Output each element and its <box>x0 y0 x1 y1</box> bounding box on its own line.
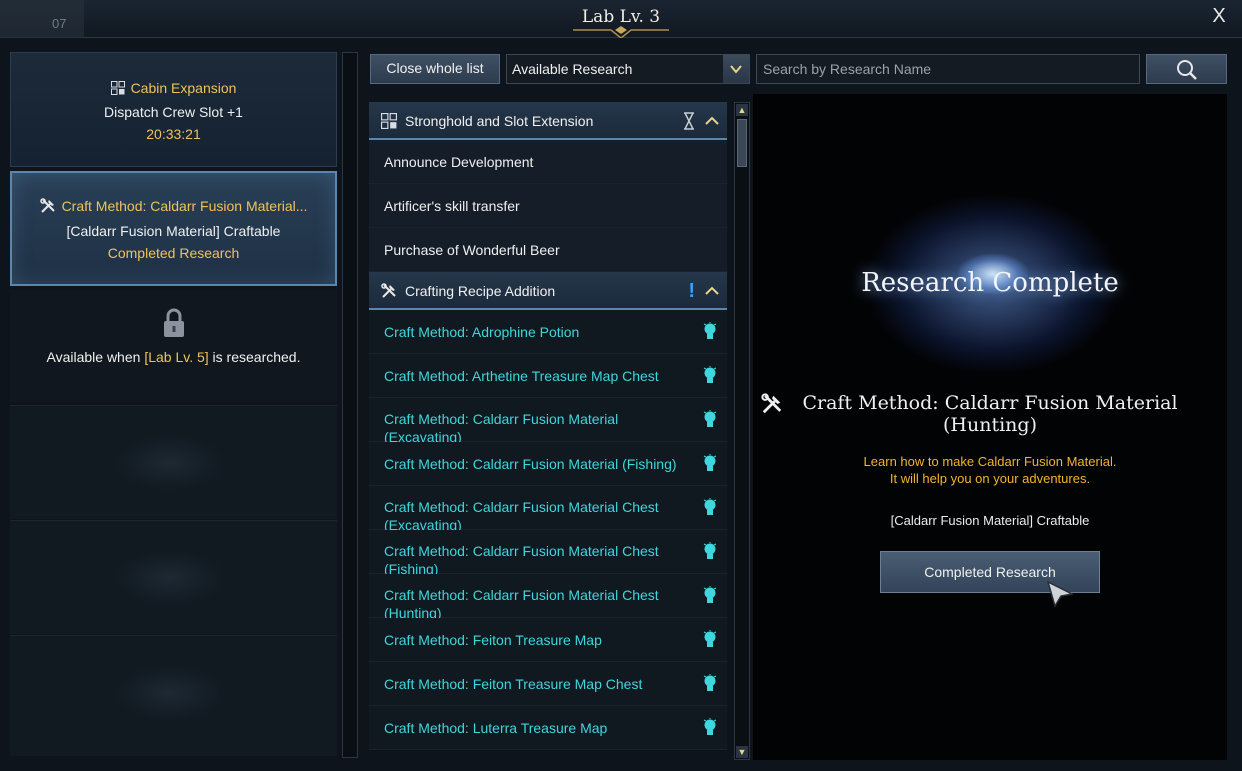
lightbulb-icon <box>703 322 717 339</box>
chevron-up-icon[interactable] <box>705 116 719 126</box>
research-slots-panel: Cabin Expansion Dispatch Crew Slot +1 20… <box>10 52 337 756</box>
lightbulb-icon <box>703 410 717 427</box>
research-complete-banner: Research Complete <box>861 268 1119 298</box>
tools-icon <box>761 393 782 414</box>
research-detail-panel: Research Complete Craft Method: Caldarr … <box>753 94 1227 760</box>
chevron-up-icon[interactable] <box>705 286 719 296</box>
slot-title: Cabin Expansion <box>130 80 237 96</box>
category-name: Stronghold and Slot Extension <box>405 113 594 129</box>
list-item[interactable]: Craft Method: Luterra Treasure Map <box>369 706 727 750</box>
search-icon <box>1177 60 1197 80</box>
search-button[interactable] <box>1146 54 1227 84</box>
hourglass-icon <box>684 112 694 130</box>
grid-icon <box>381 113 397 129</box>
locked-text-prefix: Available when <box>46 349 145 365</box>
category-header-stronghold[interactable]: Stronghold and Slot Extension <box>369 102 727 140</box>
slot-effect: Dispatch Crew Slot +1 <box>104 104 243 120</box>
locked-requirement: [Lab Lv. 5] <box>144 349 209 365</box>
item-label: Craft Method: Caldarr Fusion Material Ch… <box>384 543 659 577</box>
category-header-crafting[interactable]: Crafting Recipe Addition ! <box>369 272 727 310</box>
lightbulb-icon <box>703 454 717 471</box>
lightbulb-icon <box>703 674 717 691</box>
lock-icon <box>163 308 184 337</box>
slot-effect: [Caldarr Fusion Material] Craftable <box>66 223 281 239</box>
search-input[interactable] <box>756 54 1140 84</box>
research-list-scrollbar[interactable]: ▲ ▼ <box>734 102 750 760</box>
dropdown-selected-value: Available Research <box>512 61 633 77</box>
list-item[interactable]: Craft Method: Caldarr Fusion Material (F… <box>369 442 727 486</box>
scroll-down-arrow-icon[interactable]: ▼ <box>736 746 748 758</box>
research-filter-dropdown[interactable]: Available Research <box>506 54 750 84</box>
empty-slot <box>10 520 337 634</box>
title-bar: 07 Lab Lv. 3 X <box>0 0 1242 39</box>
mouse-cursor-icon <box>1046 580 1075 608</box>
description-line: It will help you on your adventures. <box>889 471 1091 486</box>
tools-icon <box>381 283 396 298</box>
detail-title: Craft Method: Caldarr Fusion Material (H… <box>761 392 1219 436</box>
list-item[interactable]: Craft Method: Caldarr Fusion Material (E… <box>369 398 727 445</box>
grid-icon <box>110 81 125 95</box>
empty-slot <box>10 405 337 519</box>
lightbulb-icon <box>703 366 717 383</box>
research-slot-cabin-expansion[interactable]: Cabin Expansion Dispatch Crew Slot +1 20… <box>10 52 337 167</box>
research-list: Stronghold and Slot Extension Announce D… <box>369 102 727 760</box>
lightbulb-icon <box>703 498 717 515</box>
window-title: Lab Lv. 3 <box>581 7 661 27</box>
locked-text-suffix: is researched. <box>208 349 301 365</box>
slot-status: Completed Research <box>107 245 240 261</box>
item-label: Craft Method: Caldarr Fusion Material (F… <box>384 455 677 472</box>
list-item[interactable]: Purchase of Wonderful Beer <box>369 228 727 272</box>
detail-effect: [Caldarr Fusion Material] Craftable <box>890 513 1090 528</box>
lightbulb-icon <box>703 586 717 603</box>
item-label: Craft Method: Feiton Treasure Map <box>384 631 602 648</box>
slot-timer: 20:33:21 <box>146 126 201 142</box>
list-item[interactable]: Craft Method: Feiton Treasure Map Chest <box>369 662 727 706</box>
chevron-down-icon[interactable] <box>723 55 749 83</box>
item-label: Craft Method: Feiton Treasure Map Chest <box>384 675 643 692</box>
item-label: Craft Method: Caldarr Fusion Material (E… <box>384 411 619 445</box>
window-body: Cabin Expansion Dispatch Crew Slot +1 20… <box>0 38 1242 771</box>
list-item[interactable]: Craft Method: Adrophine Potion <box>369 310 727 354</box>
close-button[interactable]: X <box>1208 5 1230 27</box>
list-item[interactable]: Artificer's skill transfer <box>369 184 727 228</box>
item-label: Craft Method: Luterra Treasure Map <box>384 719 608 736</box>
tools-icon <box>39 198 55 213</box>
item-label: Craft Method: Arthetine Treasure Map Che… <box>384 367 659 384</box>
item-label: Craft Method: Adrophine Potion <box>384 323 580 340</box>
research-slot-caldarr-fusion[interactable]: Craft Method: Caldarr Fusion Material...… <box>10 171 337 286</box>
lightbulb-icon <box>703 718 717 735</box>
lightbulb-icon <box>703 542 717 559</box>
research-slot-locked: Available when [Lab Lv. 5] is researched… <box>10 290 337 402</box>
list-item[interactable]: Craft Method: Caldarr Fusion Material Ch… <box>369 574 727 621</box>
left-scrollbar[interactable] <box>342 52 358 758</box>
slot-title: Craft Method: Caldarr Fusion Material... <box>61 198 308 214</box>
scroll-up-arrow-icon[interactable]: ▲ <box>736 104 748 116</box>
detail-description: Learn how to make Caldarr Fusion Materia… <box>753 453 1227 487</box>
item-label: Craft Method: Caldarr Fusion Material Ch… <box>384 587 659 621</box>
scroll-thumb[interactable] <box>737 119 747 167</box>
description-line: Learn how to make Caldarr Fusion Materia… <box>863 454 1117 469</box>
exclamation-icon: ! <box>688 280 695 302</box>
category-name: Crafting Recipe Addition <box>405 283 556 299</box>
detail-title-text: Craft Method: Caldarr Fusion Material (H… <box>802 392 1178 436</box>
list-item[interactable]: Craft Method: Feiton Treasure Map <box>369 618 727 662</box>
list-item[interactable]: Craft Method: Caldarr Fusion Material Ch… <box>369 530 727 577</box>
list-item[interactable]: Announce Development <box>369 140 727 184</box>
empty-slot <box>10 635 337 756</box>
list-item[interactable]: Craft Method: Caldarr Fusion Material Ch… <box>369 486 727 533</box>
close-whole-list-button[interactable]: Close whole list <box>370 54 500 84</box>
list-item[interactable]: Craft Method: Arthetine Treasure Map Che… <box>369 354 727 398</box>
lightbulb-icon <box>703 630 717 647</box>
item-label: Craft Method: Caldarr Fusion Material Ch… <box>384 499 659 533</box>
